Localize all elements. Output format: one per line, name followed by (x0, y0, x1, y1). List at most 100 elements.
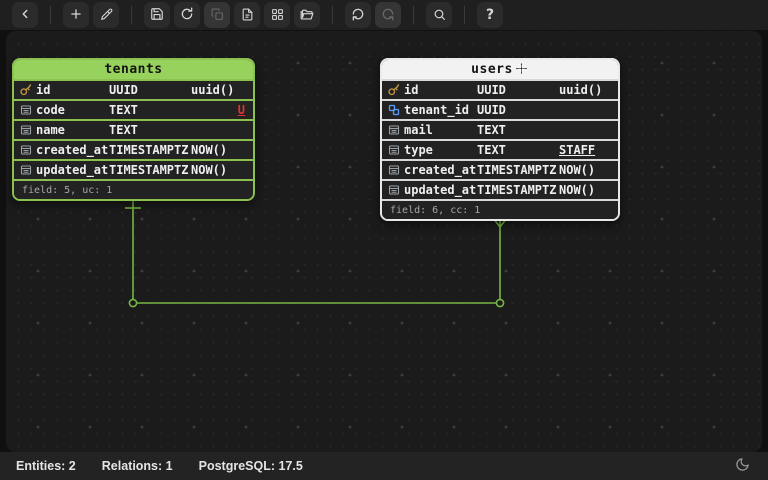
field-row[interactable]: type TEXT STAFF (382, 139, 618, 159)
toolbar-divider (131, 6, 132, 24)
field-type: UUID (477, 103, 559, 117)
field-type: TEXT (109, 123, 191, 137)
toolbar-divider (413, 6, 414, 24)
field-default: NOW() (559, 163, 610, 177)
field-icon (388, 184, 404, 196)
key-icon (20, 84, 36, 96)
file-text-icon (241, 6, 254, 25)
fk-icon (388, 104, 404, 116)
search-button[interactable] (426, 2, 452, 28)
status-bar: Entities: 2 Relations: 1 PostgreSQL: 17.… (0, 452, 768, 480)
folder-open-icon (300, 6, 314, 25)
field-type: TIMESTAMPTZ (477, 163, 559, 177)
field-name: id (404, 83, 477, 97)
back-button[interactable] (12, 2, 38, 28)
field-default: uuid() (191, 83, 245, 97)
auto-layout-button[interactable] (264, 2, 290, 28)
field-row[interactable]: created_at TIMESTAMPTZ NOW() (14, 139, 253, 159)
table-header-tenants[interactable]: tenants (14, 60, 253, 79)
field-name: type (404, 143, 477, 157)
question-icon: ? (486, 7, 494, 23)
field-name: tenant_id (404, 103, 477, 117)
help-button[interactable]: ? (477, 2, 503, 28)
theme-toggle-button[interactable] (735, 457, 750, 475)
redo-button[interactable] (375, 2, 401, 28)
field-icon (388, 164, 404, 176)
table-footer: field: 6, cc: 1 (382, 199, 618, 219)
field-row[interactable]: id UUID uuid() (382, 79, 618, 99)
field-icon (20, 104, 36, 116)
toolbar-divider (332, 6, 333, 24)
field-default: NOW() (191, 163, 245, 177)
redo-icon (381, 6, 395, 25)
field-default: uuid() (559, 83, 610, 97)
export-file-button[interactable] (234, 2, 260, 28)
add-table-button[interactable] (63, 2, 89, 28)
table-stats: field: 6, cc: 1 (390, 205, 480, 216)
field-row[interactable]: updated_at TIMESTAMPTZ NOW() (14, 159, 253, 179)
field-name: name (36, 123, 109, 137)
copy-icon (211, 6, 224, 25)
undo-icon (351, 6, 365, 25)
table-footer: field: 5, uc: 1 (14, 179, 253, 199)
table-title: tenants (104, 62, 162, 77)
field-icon (388, 124, 404, 136)
unique-badge: U (238, 103, 245, 117)
table-stats: field: 5, uc: 1 (22, 185, 112, 196)
reload-button[interactable] (174, 2, 200, 28)
plus-icon (69, 6, 83, 25)
toolbar-divider (464, 6, 465, 24)
open-folder-button[interactable] (294, 2, 320, 28)
field-row[interactable]: code TEXT U (14, 99, 253, 119)
pen-icon (100, 6, 113, 25)
field-type: TIMESTAMPTZ (109, 163, 191, 177)
reload-icon (180, 6, 194, 25)
field-row[interactable]: created_at TIMESTAMPTZ NOW() (382, 159, 618, 179)
moon-icon (735, 457, 750, 475)
field-name: mail (404, 123, 477, 137)
field-row[interactable]: mail TEXT (382, 119, 618, 139)
field-name: updated_at (404, 183, 477, 197)
field-type: TEXT (477, 123, 559, 137)
field-icon (20, 144, 36, 156)
field-row[interactable]: tenant_id UUID (382, 99, 618, 119)
field-name: code (36, 103, 109, 117)
field-name: id (36, 83, 109, 97)
field-type: TIMESTAMPTZ (109, 143, 191, 157)
field-row[interactable]: updated_at TIMESTAMPTZ NOW() (382, 179, 618, 199)
field-default: STAFF (559, 143, 610, 157)
field-name: updated_at (36, 163, 109, 177)
field-row[interactable]: name TEXT (14, 119, 253, 139)
field-default: NOW() (191, 143, 245, 157)
entities-count: Entities: 2 (16, 459, 76, 473)
toolbar: ? (0, 0, 768, 30)
edit-button[interactable] (93, 2, 119, 28)
floppy-icon (150, 6, 164, 25)
field-row[interactable]: id UUID uuid() (14, 79, 253, 99)
entity-table-users[interactable]: users id UUID uuid() tenant_id UUID mail… (380, 58, 620, 221)
diagram-canvas[interactable]: tenants id UUID uuid() code TEXT U name … (6, 31, 762, 452)
field-type: TEXT (477, 143, 559, 157)
save-button[interactable] (144, 2, 170, 28)
field-type: TEXT (109, 103, 191, 117)
field-type: UUID (109, 83, 191, 97)
dialect-version: PostgreSQL: 17.5 (199, 459, 303, 473)
chevron-left-icon (18, 6, 32, 25)
relations-count: Relations: 1 (102, 459, 173, 473)
grid-icon (271, 6, 284, 25)
field-icon (20, 124, 36, 136)
field-name: created_at (36, 143, 109, 157)
undo-button[interactable] (345, 2, 371, 28)
key-icon (388, 84, 404, 96)
table-title: users (471, 62, 513, 77)
field-icon (20, 164, 36, 176)
table-header-users[interactable]: users (382, 60, 618, 79)
field-name: created_at (404, 163, 477, 177)
toolbar-divider (50, 6, 51, 24)
field-icon (388, 144, 404, 156)
move-cursor-icon (514, 61, 529, 80)
entity-table-tenants[interactable]: tenants id UUID uuid() code TEXT U name … (12, 58, 255, 201)
field-default: NOW() (559, 183, 610, 197)
copy-button[interactable] (204, 2, 230, 28)
search-icon (433, 6, 446, 25)
